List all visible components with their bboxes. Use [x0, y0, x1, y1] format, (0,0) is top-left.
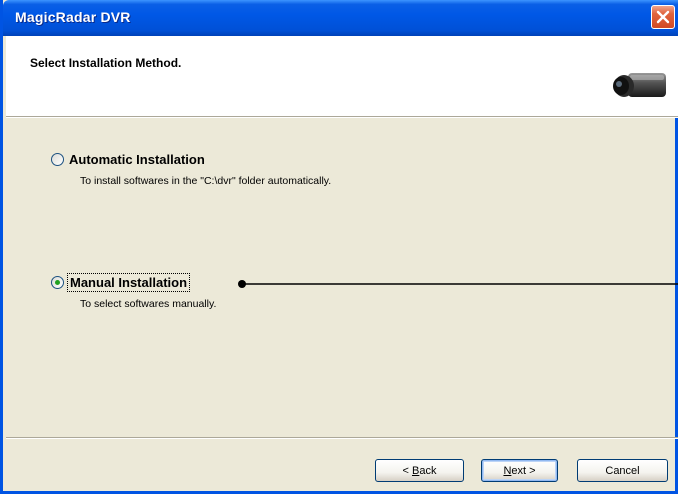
header-panel: Select Installation Method. — [6, 36, 678, 117]
close-button[interactable] — [651, 5, 675, 29]
header-divider — [6, 117, 678, 118]
automatic-label[interactable]: Automatic Installation — [69, 152, 205, 167]
back-button[interactable]: < Back — [375, 459, 464, 482]
page-title: Select Installation Method. — [30, 56, 182, 70]
next-button-rest: ext > — [511, 464, 536, 477]
installer-window: MagicRadar DVR Select Installation Metho… — [0, 0, 678, 494]
next-button-hotkey: N — [503, 464, 512, 477]
manual-radio[interactable] — [51, 276, 64, 289]
manual-label[interactable]: Manual Installation — [66, 273, 191, 292]
footer-divider-highlight — [6, 438, 678, 439]
back-button-prefix: < — [402, 464, 412, 477]
window-title: MagicRadar DVR — [15, 9, 131, 25]
next-button[interactable]: Next > — [481, 459, 558, 482]
close-icon — [656, 10, 670, 24]
cancel-button[interactable]: Cancel — [577, 459, 668, 482]
cancel-button-label: Cancel — [605, 464, 640, 477]
manual-option[interactable]: Manual Installation To select softwares … — [51, 273, 217, 310]
automatic-radio[interactable] — [51, 153, 64, 166]
title-bar[interactable]: MagicRadar DVR — [3, 0, 678, 36]
back-button-rest: ack — [419, 464, 437, 477]
automatic-description: To install softwares in the "C:\dvr" fol… — [80, 175, 332, 187]
back-button-hotkey: B — [412, 464, 420, 477]
automatic-option[interactable]: Automatic Installation To install softwa… — [51, 152, 331, 187]
manual-description: To select softwares manually. — [80, 298, 217, 310]
camera-icon — [613, 73, 666, 97]
callout-pointer — [238, 280, 678, 288]
